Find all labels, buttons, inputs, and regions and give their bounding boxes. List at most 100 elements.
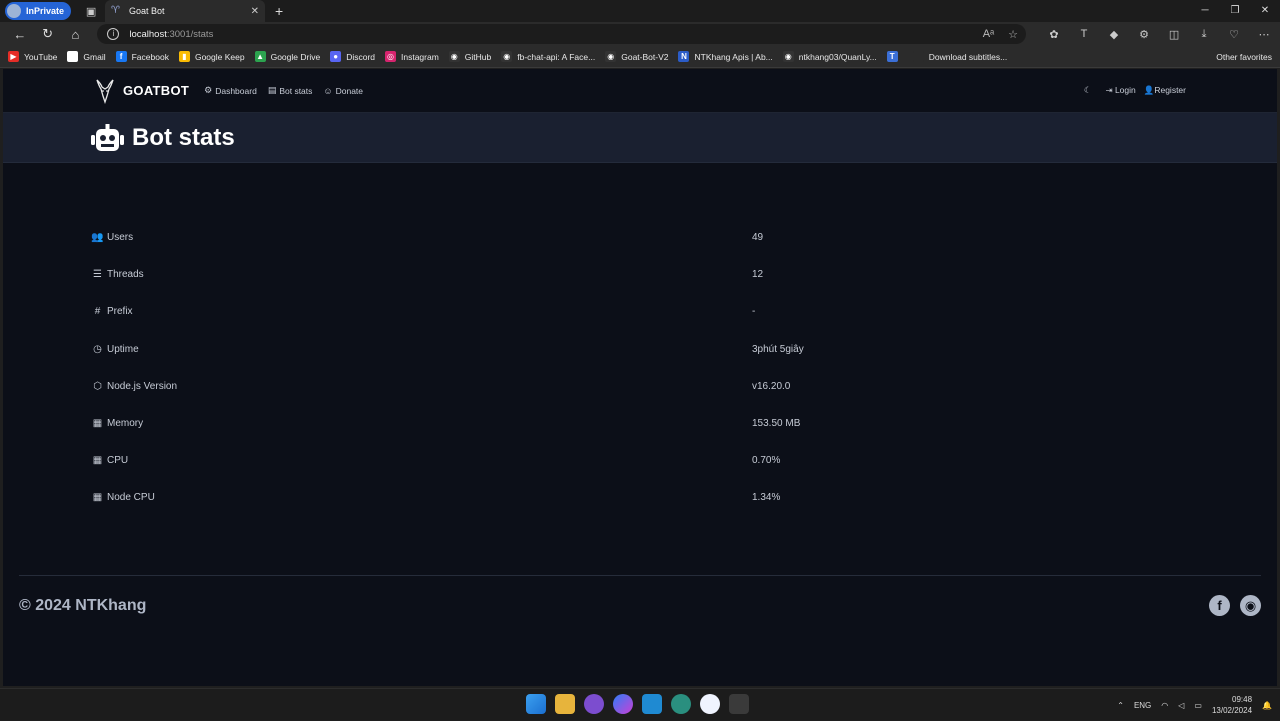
stat-row: 👥 Users 49 xyxy=(91,219,1191,256)
bookmark-label: fb-chat-api: A Face... xyxy=(517,51,596,62)
stat-label: Node CPU xyxy=(107,492,155,504)
bookmark-item[interactable]: Download subtitles... xyxy=(912,51,1007,62)
robot-icon xyxy=(91,123,124,151)
notification-bell-icon[interactable]: 🔔 xyxy=(1262,701,1272,710)
bookmark-item[interactable]: ◉ GitHub xyxy=(448,51,491,62)
new-tab-icon[interactable]: + xyxy=(269,3,289,19)
clock-time: 09:48 xyxy=(1232,695,1253,704)
stat-label: Prefix xyxy=(107,306,133,318)
close-window-icon[interactable]: ✕ xyxy=(1250,0,1280,22)
stat-row: ⬡ Node.js Version v16.20.0 xyxy=(91,368,1191,405)
file-explorer-icon[interactable] xyxy=(555,694,575,714)
restore-icon[interactable]: ❐ xyxy=(1220,0,1250,22)
terminal-icon[interactable] xyxy=(729,694,749,714)
start-icon[interactable] xyxy=(526,694,546,714)
github-desktop-icon[interactable] xyxy=(584,694,604,714)
refresh-icon[interactable]: ↻ xyxy=(34,26,62,42)
favorite-star-icon[interactable]: ☆ xyxy=(1008,28,1018,41)
goat-logo-icon[interactable] xyxy=(92,77,118,105)
browser-tab[interactable]: ♈ Goat Bot ✕ xyxy=(105,0,266,22)
bookmark-item[interactable]: ▮ Google Keep xyxy=(178,51,245,62)
windows-taskbar: ⌃ ENG ◠ ◁ ▭ 09:48 13/02/2024 🔔 xyxy=(0,688,1280,720)
stat-row: ◷ Uptime 3phút 5giây xyxy=(91,331,1191,368)
bookmark-label: Goat-Bot-V2 xyxy=(621,51,669,62)
tab-actions-icon[interactable]: ▣ xyxy=(79,2,103,20)
bookmark-favicon-icon: ▶ xyxy=(8,51,19,62)
github-icon[interactable]: ◉ xyxy=(1240,595,1261,616)
inprivate-label: InPrivate xyxy=(26,6,65,16)
nodejs-icon: ⬡ xyxy=(93,380,102,392)
nav-link-dashboard[interactable]: ⚙ Dashboard xyxy=(204,85,257,96)
bookmark-item[interactable]: ◉ ntkhang03/QuanLy... xyxy=(782,51,877,62)
messenger-icon[interactable] xyxy=(613,694,633,714)
zalo-icon[interactable] xyxy=(700,694,720,714)
bookmark-item[interactable]: N NTKhang Apis | Ab... xyxy=(678,51,773,62)
stat-value: - xyxy=(752,306,756,318)
site-footer: © 2024 NTKhang f ◉ xyxy=(19,575,1261,635)
edge-icon[interactable] xyxy=(671,694,691,714)
bookmark-favicon-icon: ◉ xyxy=(501,51,513,62)
bookmark-item[interactable]: ▲ Google Drive xyxy=(254,51,320,62)
split-screen-icon[interactable]: ◫ xyxy=(1164,28,1184,41)
stat-label: Users xyxy=(107,232,134,244)
wifi-icon[interactable]: ◠ xyxy=(1161,701,1168,710)
tray-overflow-icon[interactable]: ⌃ xyxy=(1117,701,1124,710)
clock-date: 13/02/2024 xyxy=(1211,706,1253,715)
tab-close-icon[interactable]: ✕ xyxy=(251,6,259,17)
nav-link-donate[interactable]: ☺ Donate xyxy=(323,85,363,96)
extensions-icon[interactable]: ⚙ xyxy=(1134,28,1154,41)
stat-value: 3phút 5giây xyxy=(752,343,804,355)
extension-icon[interactable]: ◆ xyxy=(1104,28,1124,41)
bookmark-item[interactable]: G Gmail xyxy=(67,51,106,62)
browser-essentials-icon[interactable]: ♡ xyxy=(1224,28,1244,41)
site-brand[interactable]: GOATBOT xyxy=(123,83,189,98)
bookmark-label: NTKhang Apis | Ab... xyxy=(694,51,773,62)
url-host: localhost xyxy=(129,28,167,40)
back-icon[interactable]: ← xyxy=(6,27,34,42)
site-info-icon[interactable]: i xyxy=(107,28,120,40)
cpu-icon: ▦ xyxy=(92,455,103,467)
translate-icon[interactable]: T xyxy=(1074,28,1094,41)
register-link[interactable]: 👤Register xyxy=(1144,85,1186,96)
login-link[interactable]: ⇥ Login xyxy=(1105,85,1135,96)
node-cpu-icon: ▦ xyxy=(92,492,103,504)
dark-mode-toggle-icon[interactable]: ☾ xyxy=(1084,85,1092,96)
url-bar[interactable]: i localhost:3001/stats Aᵃ ☆ xyxy=(97,24,1027,44)
bookmark-item[interactable]: T xyxy=(886,51,903,62)
bookmark-item[interactable]: ◉ Goat-Bot-V2 xyxy=(605,51,668,62)
bookmark-item[interactable]: ● Discord xyxy=(330,51,375,62)
bookmark-label: Google Keep xyxy=(194,51,245,62)
downloads-icon[interactable]: ⤓ xyxy=(1194,28,1214,41)
language-indicator[interactable]: ENG xyxy=(1134,701,1151,710)
inprivate-badge[interactable]: InPrivate xyxy=(5,2,72,20)
extension-icon[interactable]: ✿ xyxy=(1044,28,1064,41)
battery-icon[interactable]: ▭ xyxy=(1194,701,1202,710)
social-links: f ◉ xyxy=(1209,595,1261,616)
bookmark-favicon-icon: ● xyxy=(330,51,342,62)
read-aloud-icon[interactable]: Aᵃ xyxy=(983,28,994,41)
nav-label: Donate xyxy=(335,85,364,96)
minimize-icon[interactable]: ─ xyxy=(1190,0,1220,22)
nav-icon: ☺ xyxy=(323,85,333,96)
home-icon[interactable]: ⌂ xyxy=(62,27,90,42)
stat-label: Node.js Version xyxy=(107,380,178,392)
bookmark-favicon-icon: ◉ xyxy=(605,51,617,62)
facebook-icon[interactable]: f xyxy=(1209,595,1230,616)
nav-link-bot-stats[interactable]: ▤ Bot stats xyxy=(268,85,313,96)
stat-label-cell: ▦ Memory xyxy=(91,418,752,429)
vscode-icon[interactable] xyxy=(642,694,662,714)
extensions-area: ✿ T ◆ ⚙ ◫ ⤓ ♡ ⋯ xyxy=(1044,28,1274,41)
bookmark-item[interactable]: ◎ Instagram xyxy=(385,51,439,62)
more-menu-icon[interactable]: ⋯ xyxy=(1254,28,1274,41)
volume-icon[interactable]: ◁ xyxy=(1178,701,1184,710)
memory-icon: ▦ xyxy=(92,418,103,430)
stat-row: ▦ Node CPU 1.34% xyxy=(91,479,1191,516)
bookmark-item[interactable]: f Facebook xyxy=(115,51,169,62)
bookmark-item[interactable]: ◉ fb-chat-api: A Face... xyxy=(501,51,595,62)
stat-label-cell: ☰ Threads xyxy=(91,269,752,280)
other-favorites[interactable]: Other favorites xyxy=(1216,52,1272,62)
stat-label-cell: ▦ Node CPU xyxy=(91,492,752,503)
clock[interactable]: 09:48 13/02/2024 xyxy=(1212,694,1252,716)
bookmark-item[interactable]: ▶ YouTube xyxy=(8,51,57,62)
nav-right: ☾ ⇥ Login 👤Register xyxy=(1084,85,1186,96)
